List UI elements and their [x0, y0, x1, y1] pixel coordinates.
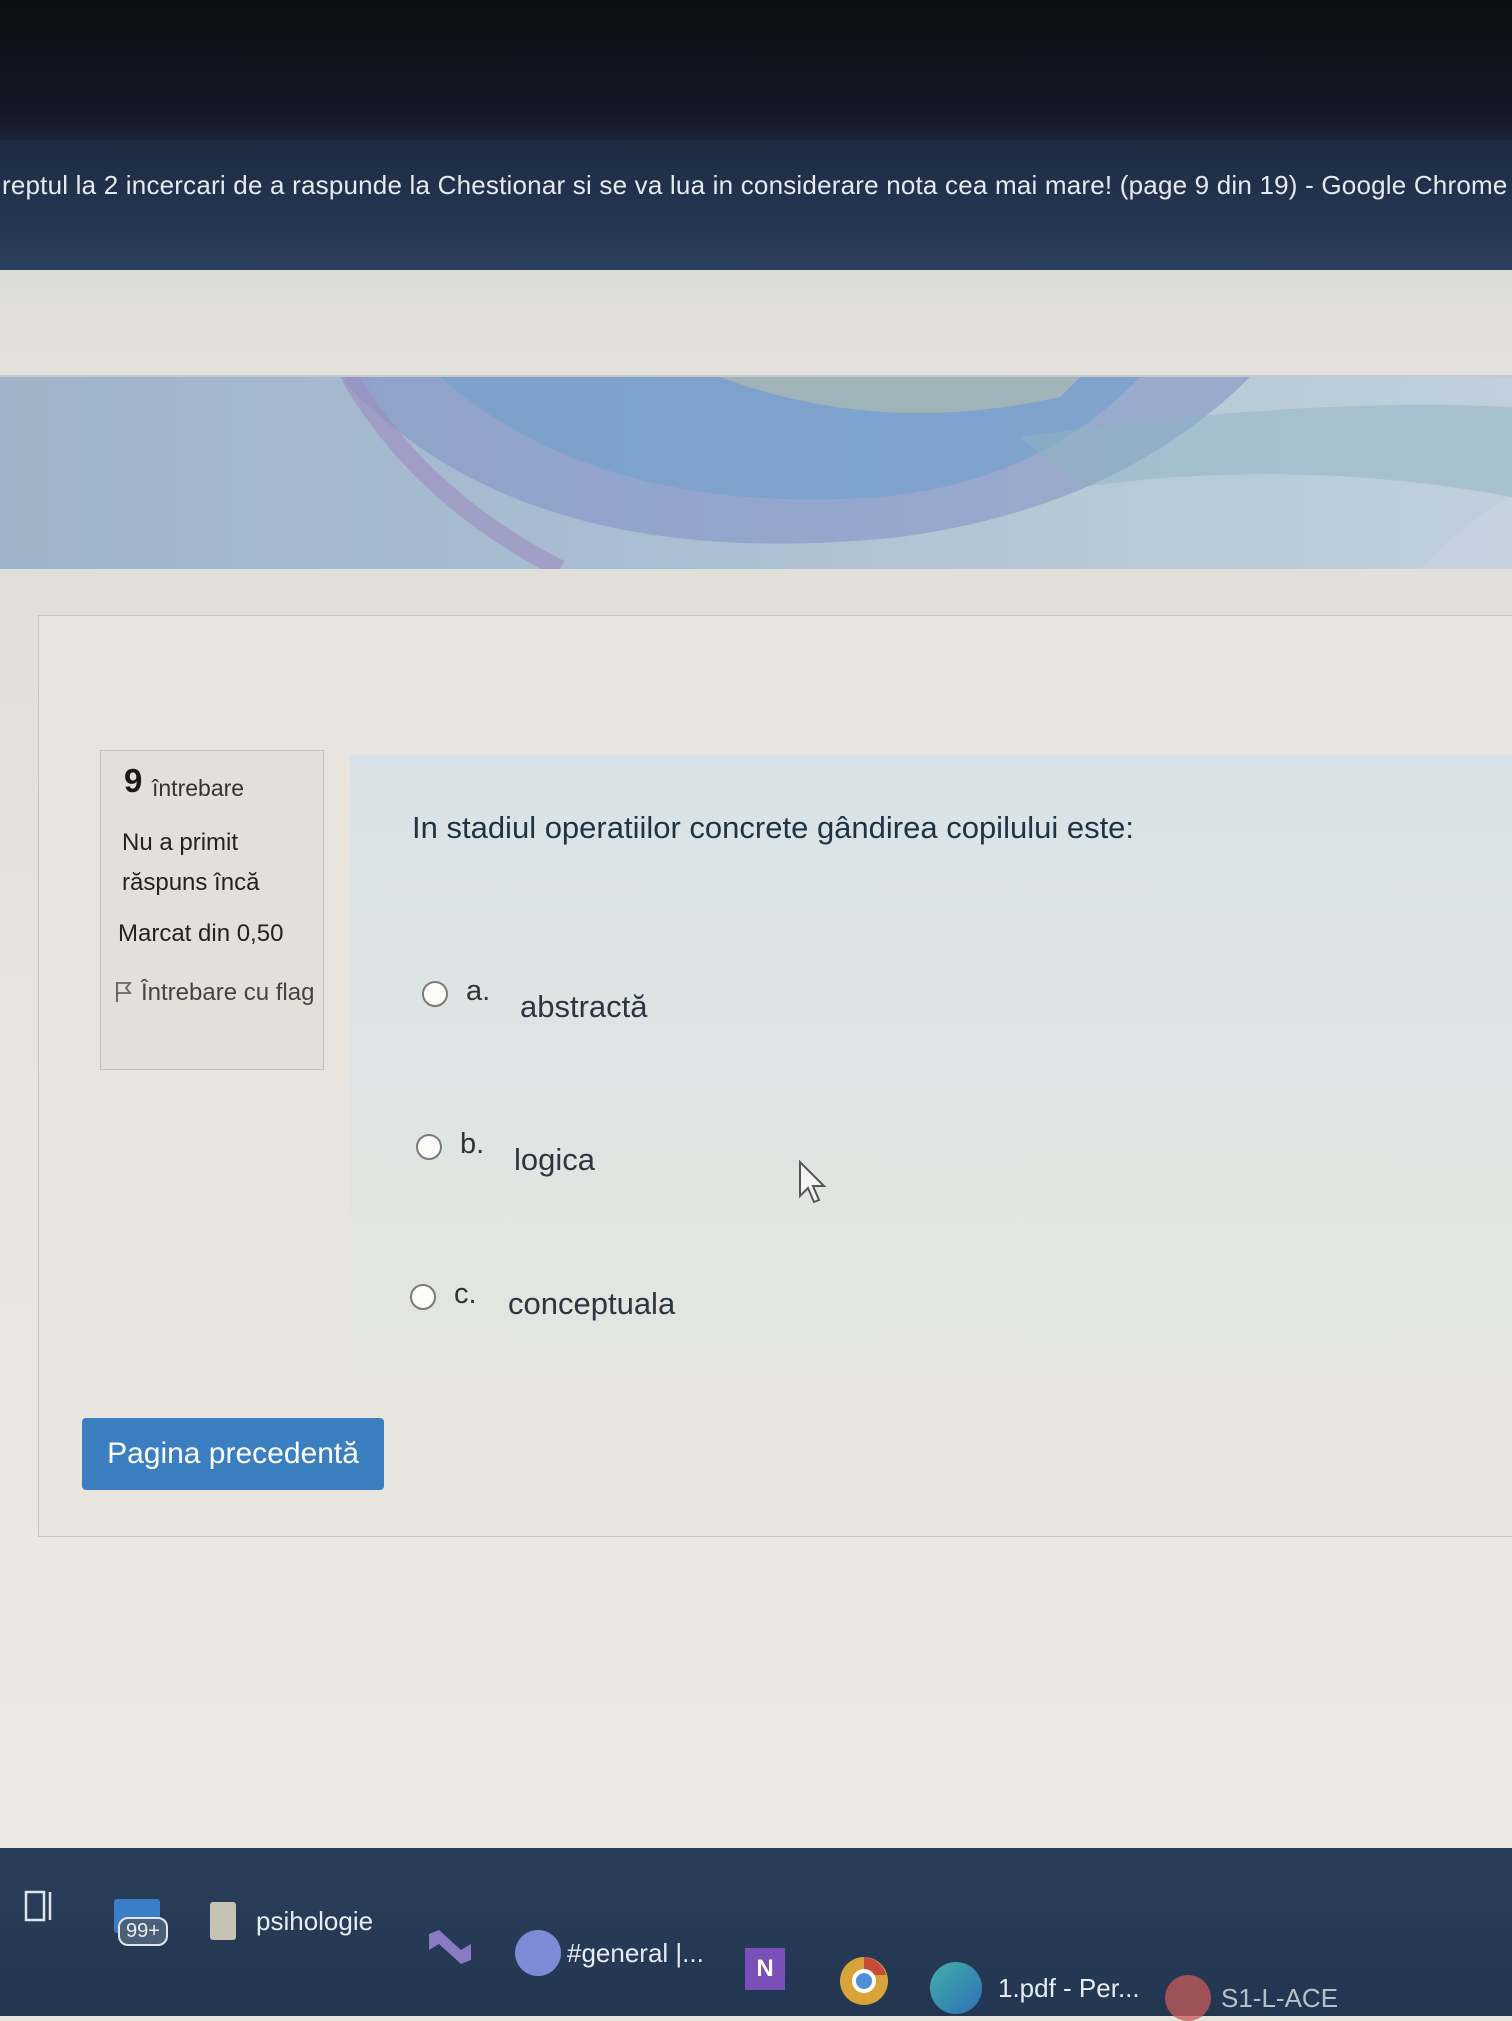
- taskbar-item-label: 1.pdf - Per...: [998, 1972, 1140, 2003]
- taskbar-item-label: #general |...: [567, 1937, 704, 1968]
- option-text: conceptuala: [508, 1286, 676, 1321]
- radio-icon[interactable]: [422, 981, 448, 1007]
- taskbar-visual-studio[interactable]: [425, 1920, 475, 1968]
- browser-title-bar: [0, 140, 1512, 270]
- answer-status: Nu a primit răspuns încă: [122, 829, 260, 896]
- taskbar-onenote[interactable]: N: [745, 1948, 785, 1990]
- edge-icon: [930, 1962, 982, 2014]
- question-number: 9: [124, 762, 143, 799]
- flag-icon: [116, 982, 132, 1002]
- option-letter: a.: [466, 975, 491, 1007]
- answer-option-b[interactable]: b. logica: [416, 1128, 595, 1178]
- radio-icon[interactable]: [416, 1134, 442, 1160]
- chrome-icon: [840, 1957, 888, 2005]
- question-marks: Marcat din 0,50: [118, 920, 284, 947]
- taskbar-item-label: psihologie: [256, 1905, 374, 1936]
- taskbar-mail[interactable]: 99+: [110, 1895, 168, 1946]
- visual-studio-icon: [429, 1930, 471, 1964]
- taskbar-chrome[interactable]: [838, 1955, 890, 2007]
- window-title: reptul la 2 incercari de a raspunde la C…: [2, 170, 1508, 200]
- answer-option-c[interactable]: c. conceptuala: [410, 1278, 675, 1322]
- flag-question-link[interactable]: Întrebare cu flag: [115, 975, 315, 1011]
- option-text: logica: [514, 1142, 595, 1177]
- taskbar-app[interactable]: S1-L-ACE: [1165, 1975, 1338, 2021]
- discord-icon: [515, 1930, 561, 1976]
- task-view-icon[interactable]: [22, 1888, 58, 1924]
- option-text: abstractă: [520, 989, 648, 1024]
- mouse-cursor-icon: [799, 1160, 827, 1204]
- browser-content-top: [0, 270, 1512, 377]
- onenote-icon: N: [745, 1948, 785, 1990]
- flag-label: Întrebare cu flag: [141, 979, 315, 1006]
- site-header-banner: [0, 377, 1512, 569]
- notification-badge: 99+: [118, 1917, 168, 1946]
- question-word: întrebare: [152, 775, 245, 801]
- previous-page-button[interactable]: Pagina precedentă: [82, 1418, 384, 1490]
- answer-option-a[interactable]: a. abstractă: [422, 975, 648, 1025]
- taskbar-file-explorer[interactable]: psihologie: [210, 1902, 373, 1940]
- monitor-bezel: [0, 0, 1512, 140]
- question-text: In stadiul operatiilor concrete gândirea…: [412, 810, 1135, 845]
- option-letter: b.: [460, 1128, 485, 1160]
- app-icon: [1165, 1975, 1211, 2021]
- taskbar-item-label: S1-L-ACE: [1221, 1982, 1339, 2013]
- file-explorer-icon: [210, 1902, 236, 1940]
- taskbar-discord[interactable]: #general |...: [515, 1930, 704, 1976]
- taskbar-edge[interactable]: 1.pdf - Per...: [930, 1962, 1140, 2014]
- option-letter: c.: [454, 1278, 477, 1310]
- radio-icon[interactable]: [410, 1284, 436, 1310]
